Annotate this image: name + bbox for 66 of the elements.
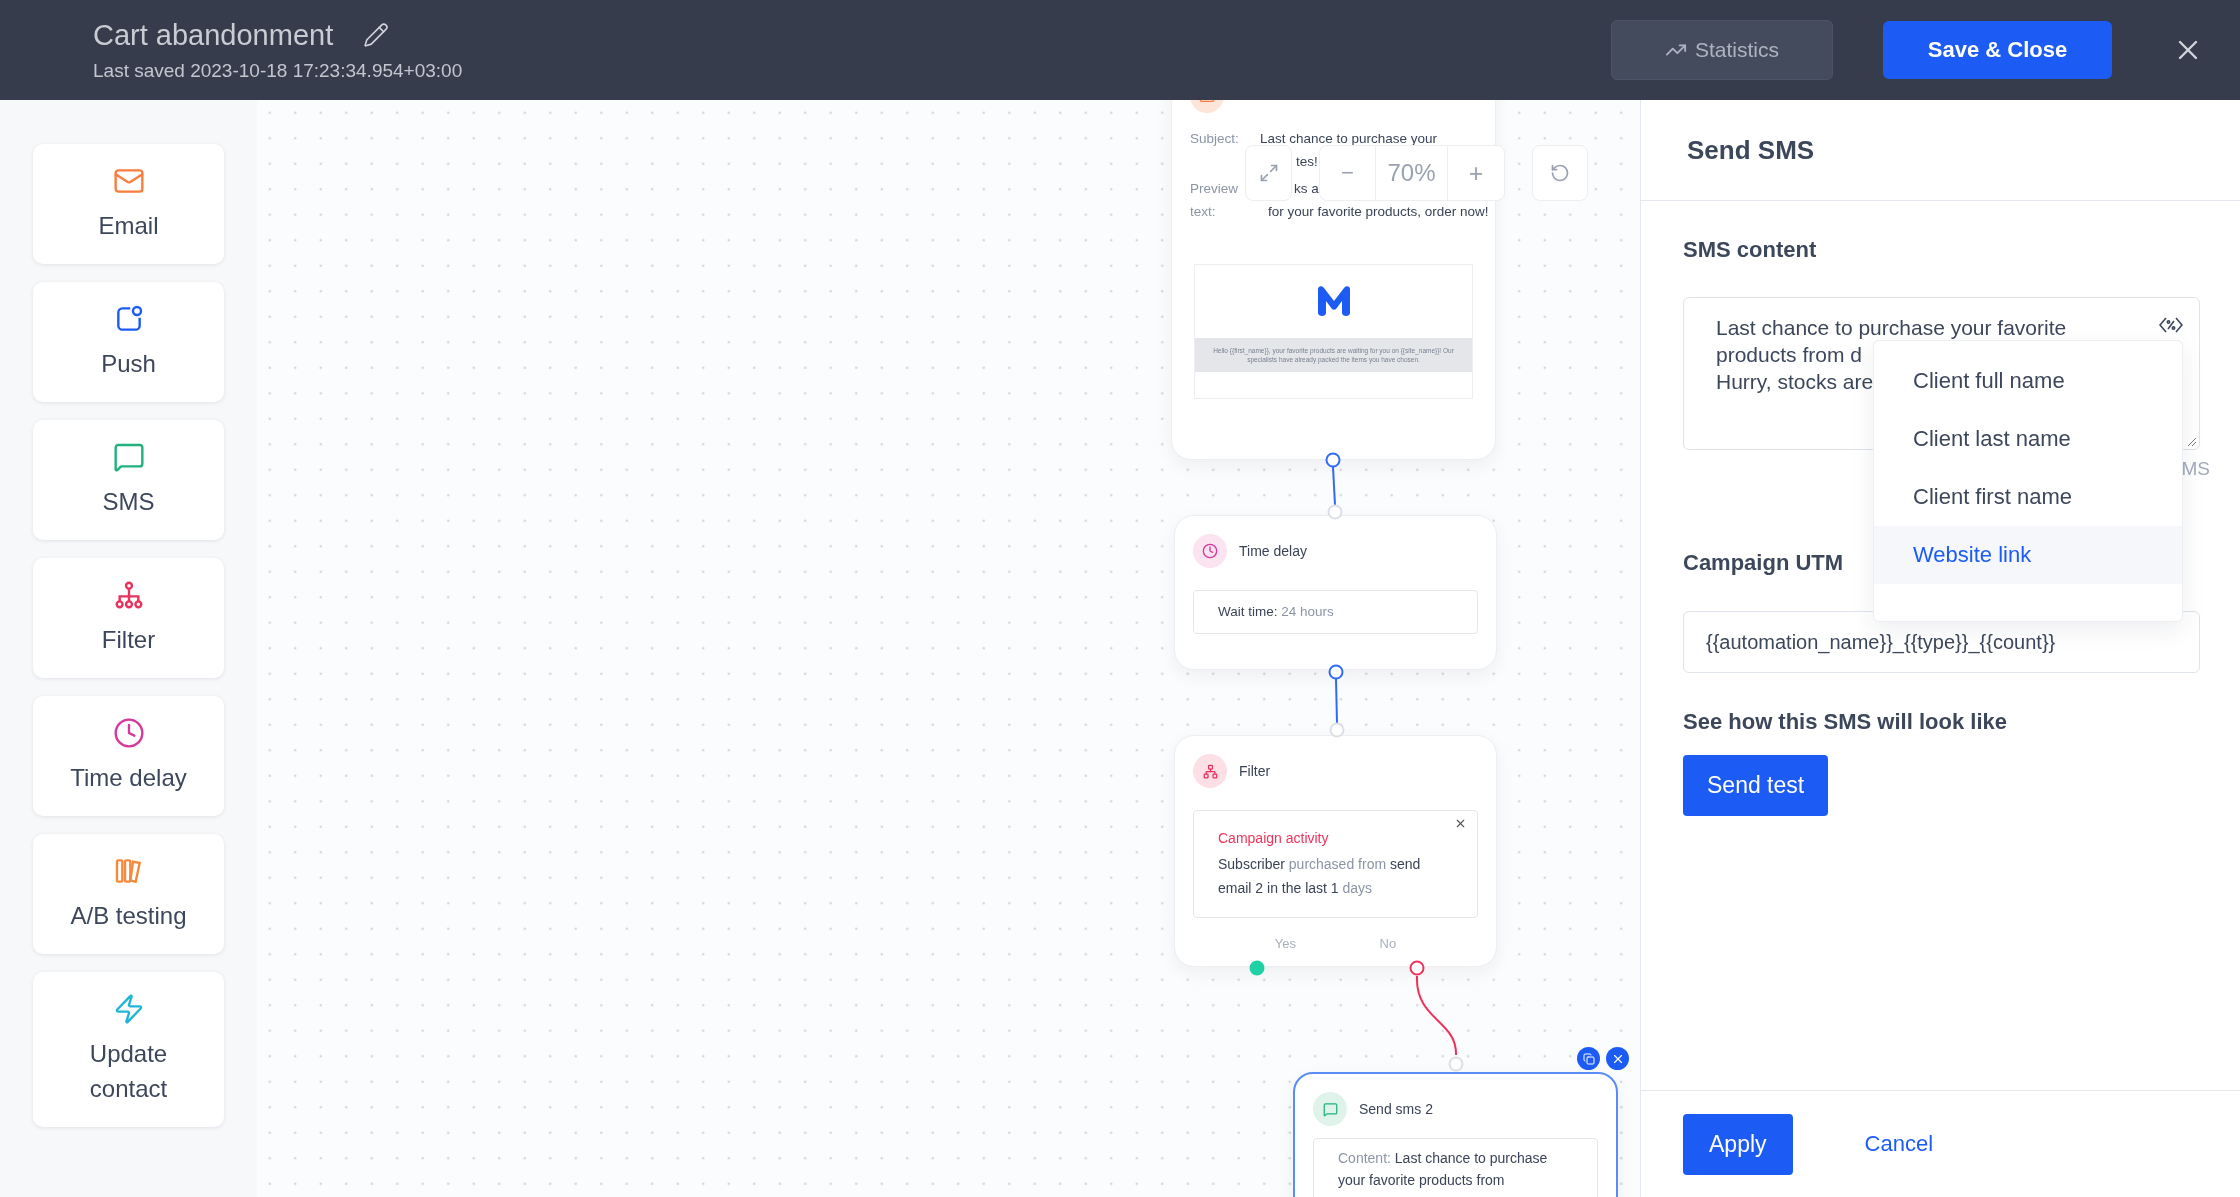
statistics-button[interactable]: Statistics <box>1611 20 1833 80</box>
node-title: Filter <box>1239 763 1271 779</box>
no-label: No <box>1379 936 1397 951</box>
palette-label: Email <box>98 210 159 241</box>
reset-icon <box>1550 163 1570 183</box>
section-heading: SMS content <box>1683 237 1817 263</box>
logo-icon <box>1315 285 1352 318</box>
menu-item[interactable]: Client last name <box>1874 410 2182 468</box>
palette-label: Update contact <box>88 1038 169 1104</box>
node-title: Time delay <box>1239 543 1307 559</box>
node-title: Send sms 2 <box>1359 1101 1433 1117</box>
wait-time-text: Wait time: 24 hours <box>1193 590 1478 634</box>
input-port[interactable] <box>1329 722 1345 738</box>
apply-button[interactable]: Apply <box>1683 1113 1793 1175</box>
variable-icon[interactable] <box>2159 316 2183 334</box>
copy-button[interactable] <box>1577 1047 1600 1070</box>
last-saved-text: Last saved 2023-10-18 17:23:34.954+03:00 <box>93 59 464 82</box>
copy-icon <box>1582 1052 1595 1065</box>
sms-counter: MS <box>2181 458 2210 480</box>
zoom-level: 70% <box>1376 146 1448 200</box>
subject-text: Last chance to purchase your <box>1260 130 1438 148</box>
automation-title: Cart abandonment <box>93 18 334 52</box>
section-heading: See how this SMS will look like <box>1683 709 2007 735</box>
palette-card[interactable]: Email <box>33 144 224 264</box>
connector-line <box>1332 466 1336 506</box>
sms-node[interactable]: Send sms 2 Content: Last chance to purchase your favorite products from <box>1293 1072 1618 1197</box>
filter-icon <box>1193 754 1227 788</box>
input-port[interactable] <box>1448 1056 1464 1072</box>
palette-label: A/B testing <box>70 900 187 931</box>
content-text: Content: Last chance to purchase your favorite products from <box>1313 1138 1598 1197</box>
palette-card[interactable]: SMS <box>33 420 224 540</box>
preview-text: ks a <box>1294 179 1319 198</box>
cancel-link[interactable]: Cancel <box>1864 1131 1934 1157</box>
condition-text: Subscriber purchased from send email 2 in the last 1 days <box>1218 855 1422 899</box>
palette-card[interactable]: A/B testing <box>33 834 224 954</box>
connector-line <box>1335 678 1338 724</box>
palette-card[interactable]: Filter <box>33 558 224 678</box>
palette-label: Filter <box>101 624 156 655</box>
resize-handle-icon[interactable] <box>2185 435 2197 447</box>
palette-card[interactable]: Update contact <box>33 972 224 1127</box>
save-close-button[interactable]: Save & Close <box>1883 21 2112 79</box>
yes-label: Yes <box>1274 936 1296 951</box>
menu-item[interactable]: Client first name <box>1874 468 2182 526</box>
menu-item[interactable]: Website link <box>1874 526 2182 584</box>
preview-label: text: <box>1190 202 1217 221</box>
subject-text: tes! <box>1296 152 1318 171</box>
menu-item[interactable]: Client full name <box>1874 352 2182 410</box>
preview-text: for your favorite products, order now! <box>1268 202 1489 221</box>
close-icon[interactable] <box>1454 817 1467 830</box>
palette-label: SMS <box>102 486 155 517</box>
panel-title: Send SMS <box>1687 134 1815 166</box>
palette-card[interactable]: Push <box>33 282 224 402</box>
section-heading: Campaign UTM <box>1683 550 1844 576</box>
palette-card[interactable]: Time delay <box>33 696 224 816</box>
preview-label: Preview <box>1190 179 1239 198</box>
input-port[interactable] <box>1327 504 1343 520</box>
send-test-button[interactable]: Send test <box>1683 755 1829 816</box>
close-button[interactable] <box>1606 1047 1629 1070</box>
subject-label: Subject: <box>1190 130 1240 148</box>
edit-icon[interactable] <box>363 22 390 48</box>
condition-title: Campaign activity <box>1218 829 1330 848</box>
palette-label: Push <box>101 348 156 379</box>
fit-screen-icon <box>1258 163 1279 183</box>
palette-label: Time delay <box>70 762 187 793</box>
clock-icon <box>1193 534 1227 568</box>
chat-bubble-icon <box>1313 1092 1347 1126</box>
